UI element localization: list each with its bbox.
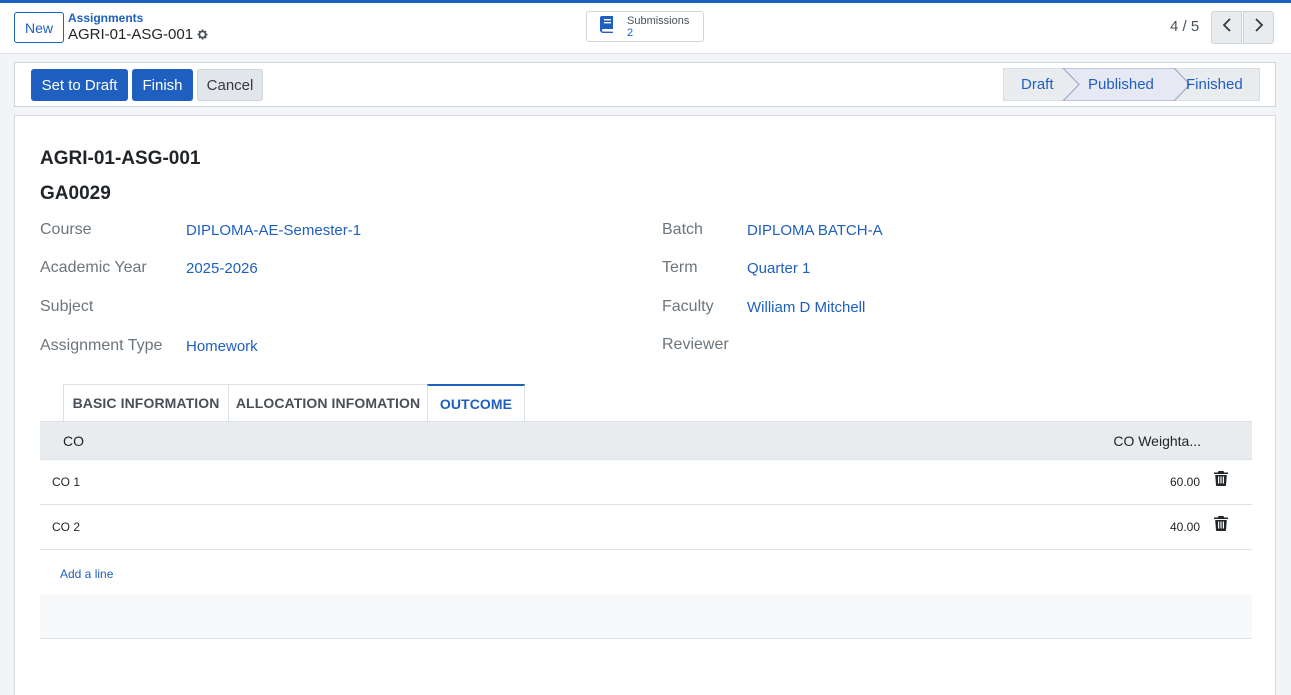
column-header-co[interactable]: CO [63,433,84,449]
row-weight: 60.00 [1169,475,1200,489]
submissions-stat-button[interactable]: Submissions 2 [586,11,704,42]
gear-icon[interactable] [196,28,209,41]
stage-published[interactable]: Published [1088,68,1154,101]
book-icon [597,14,617,39]
breadcrumb-parent[interactable]: Assignments [68,11,143,25]
chevron-right-icon [1254,18,1264,37]
row-weight: 40.00 [1169,520,1200,534]
term-value[interactable]: Quarter 1 [747,260,810,277]
pager-next-button[interactable] [1243,11,1274,44]
column-header-co-weightage[interactable]: CO Weighta... [1113,433,1201,449]
faculty-label: Faculty [662,298,714,315]
reviewer-label: Reviewer [662,336,729,353]
row-co: CO 1 [52,475,81,489]
pager-value[interactable]: 4 / 5 [1170,18,1199,35]
stage-finished[interactable]: Finished [1186,68,1243,101]
status-bar: Set to Draft Finish Cancel Draft Publish… [14,62,1276,107]
stage-draft[interactable]: Draft [1021,68,1054,101]
subject-label: Subject [40,298,94,315]
pager-previous-button[interactable] [1211,11,1242,44]
breadcrumb-current-label: AGRI-01-ASG-001 [68,26,194,43]
table-row[interactable]: CO 1 60.00 [40,460,1252,505]
tab-allocation-information[interactable]: ALLOCATION INFOMATION [228,384,428,421]
set-to-draft-button[interactable]: Set to Draft [31,69,128,101]
trash-icon[interactable] [1214,471,1228,487]
form-sheet: AGRI-01-ASG-001 GA0029 Course DIPLOMA-AE… [14,115,1276,695]
finish-button[interactable]: Finish [132,69,193,101]
breadcrumb-current: AGRI-01-ASG-001 [68,26,209,43]
course-label: Course [40,221,92,238]
academic-year-label: Academic Year [40,259,147,276]
new-button[interactable]: New [14,12,64,43]
control-panel: New Assignments AGRI-01-ASG-001 Submissi… [0,3,1291,54]
academic-year-value[interactable]: 2025-2026 [186,260,258,277]
term-label: Term [662,259,698,276]
row-co: CO 2 [52,520,81,534]
stage-indicator: Draft Published Finished [1003,68,1260,101]
tab-basic-information[interactable]: BASIC INFORMATION [63,384,229,421]
add-line-row: Add a line [40,550,1252,595]
record-title[interactable]: AGRI-01-ASG-001 [40,148,201,170]
assignment-type-label: Assignment Type [40,337,163,354]
empty-row [40,594,1252,639]
batch-value[interactable]: DIPLOMA BATCH-A [747,222,883,239]
cancel-button[interactable]: Cancel [197,69,263,101]
stat-button-label: Submissions [627,14,690,27]
stat-button-value: 2 [627,26,634,39]
record-code[interactable]: GA0029 [40,183,111,205]
add-a-line-link[interactable]: Add a line [60,567,113,581]
course-value[interactable]: DIPLOMA-AE-Semester-1 [186,222,361,239]
assignment-type-value[interactable]: Homework [186,338,258,355]
batch-label: Batch [662,221,703,238]
table-row[interactable]: CO 2 40.00 [40,505,1252,550]
tab-outcome[interactable]: OUTCOME [427,384,525,421]
trash-icon[interactable] [1214,516,1228,532]
chevron-left-icon [1222,18,1232,37]
table-header: CO CO Weighta... [40,421,1252,460]
faculty-value[interactable]: William D Mitchell [747,299,865,316]
